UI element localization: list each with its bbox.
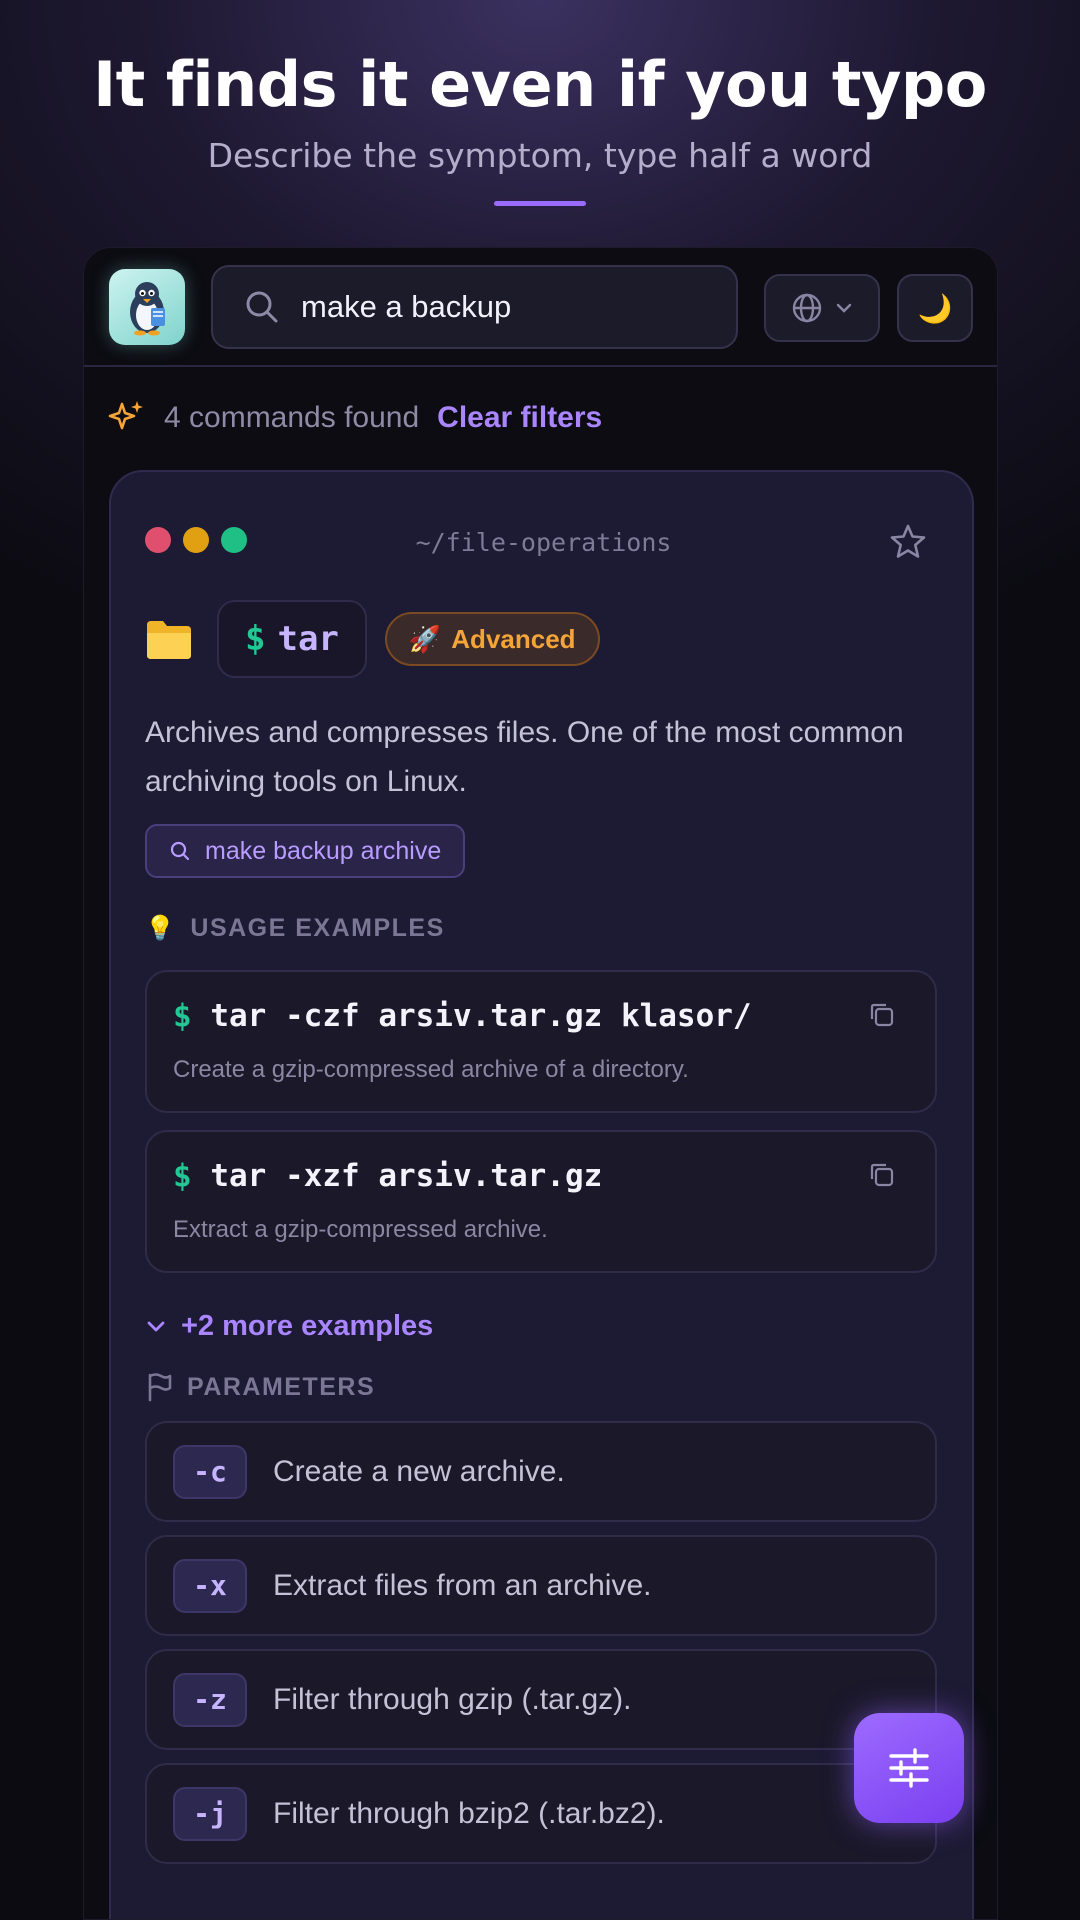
usage-examples-header: 💡 USAGE EXAMPLES <box>145 914 445 943</box>
example-item: $ tar -xzf arsiv.tar.gz Extract a gzip-c… <box>145 1130 937 1273</box>
rocket-icon: 🚀 <box>408 623 442 654</box>
example-item: $ tar -czf arsiv.tar.gz klasor/ Create a… <box>145 970 937 1113</box>
command-name-chip: $ tar <box>217 600 367 678</box>
filters-fab-button[interactable] <box>854 1713 964 1823</box>
search-bar[interactable]: make a backup <box>211 265 738 349</box>
lightbulb-icon: 💡 <box>145 915 177 942</box>
example-command[interactable]: $ tar -czf arsiv.tar.gz klasor/ <box>173 998 752 1034</box>
command-prompt: $ <box>245 619 266 659</box>
search-icon <box>246 291 278 323</box>
sliders-icon <box>889 1748 929 1788</box>
parameters-title: PARAMETERS <box>187 1372 376 1401</box>
more-examples-label: +2 more examples <box>181 1310 434 1342</box>
usage-examples-title: USAGE EXAMPLES <box>190 914 445 942</box>
results-bar: 4 commands found Clear filters <box>106 388 602 448</box>
globe-icon <box>792 293 822 323</box>
card-path: ~/file-operations <box>415 528 672 557</box>
copy-icon[interactable] <box>867 1000 897 1030</box>
parameter-item: -z Filter through gzip (.tar.gz). <box>145 1649 937 1750</box>
hero-title: It finds it even if you typo <box>93 48 987 121</box>
example-description: Extract a gzip-compressed archive. <box>173 1216 548 1243</box>
example-description: Create a gzip-compressed archive of a di… <box>173 1056 689 1083</box>
parameters-header: PARAMETERS <box>145 1372 375 1402</box>
parameter-flag: -j <box>173 1786 247 1841</box>
level-badge: 🚀 Advanced <box>384 612 600 666</box>
penguin-logo-icon[interactable] <box>109 269 185 345</box>
search-icon <box>170 841 190 861</box>
parameter-description: Create a new archive. <box>273 1454 565 1488</box>
example-command[interactable]: $ tar -xzf arsiv.tar.gz <box>173 1158 602 1194</box>
clear-filters-link[interactable]: Clear filters <box>437 401 602 435</box>
command-name: tar <box>277 619 339 659</box>
parameter-item: -x Extract files from an archive. <box>145 1535 937 1636</box>
command-card: ~/file-operations $ tar 🚀 Advanced Archi… <box>109 470 974 1919</box>
search-input[interactable]: make a backup <box>301 289 511 325</box>
chevron-down-icon <box>836 303 852 313</box>
parameter-flag: -z <box>173 1672 247 1727</box>
parameter-flag: -x <box>173 1558 247 1613</box>
level-label: Advanced <box>451 623 576 654</box>
flag-icon <box>148 1373 172 1402</box>
more-examples-button[interactable]: +2 more examples <box>145 1310 433 1343</box>
parameter-description: Filter through gzip (.tar.gz). <box>273 1682 632 1716</box>
results-count: 4 commands found <box>164 401 420 434</box>
moon-icon: 🌙 <box>917 292 953 324</box>
top-bar: make a backup 🌙 <box>84 248 997 367</box>
theme-toggle-button[interactable]: 🌙 <box>897 274 973 342</box>
command-header: $ tar 🚀 Advanced <box>145 600 600 678</box>
keyword-label: make backup archive <box>205 836 442 865</box>
folder-icon <box>147 621 191 659</box>
parameter-description: Extract files from an archive. <box>273 1568 652 1602</box>
parameter-item: -j Filter through bzip2 (.tar.bz2). <box>145 1763 937 1864</box>
parameter-item: -c Create a new archive. <box>145 1421 937 1522</box>
keyword-chip[interactable]: make backup archive <box>145 824 466 878</box>
language-button[interactable] <box>764 274 880 342</box>
chevron-down-icon <box>147 1321 165 1331</box>
parameter-flag: -c <box>173 1444 247 1499</box>
hero-underline <box>494 201 586 206</box>
app-window: make a backup 🌙 4 commands found Clear f… <box>83 247 998 1920</box>
sparkles-icon <box>108 401 143 430</box>
parameter-description: Filter through bzip2 (.tar.bz2). <box>273 1796 665 1830</box>
command-description: Archives and compresses files. One of th… <box>145 716 904 798</box>
copy-icon[interactable] <box>867 1160 897 1190</box>
star-icon[interactable] <box>888 522 928 562</box>
hero-subtitle: Describe the symptom, type half a word <box>207 136 873 175</box>
